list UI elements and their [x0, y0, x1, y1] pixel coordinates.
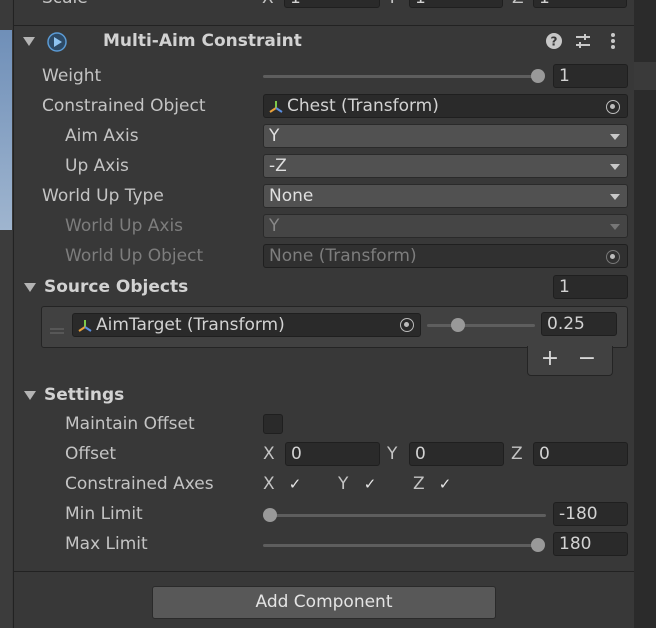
drag-handle-icon[interactable]	[50, 320, 64, 334]
axis-y-checkbox[interactable]: ✓	[360, 474, 380, 494]
world-up-type-dropdown[interactable]: None	[263, 184, 628, 208]
object-picker-icon	[606, 250, 620, 264]
component-title: Multi-Aim Constraint	[103, 31, 302, 51]
scale-z-field[interactable]: 1	[533, 0, 627, 8]
chevron-down-icon	[610, 194, 620, 200]
min-limit-label: Min Limit	[65, 504, 143, 524]
maintain-offset-checkbox[interactable]	[263, 414, 283, 434]
weight-label: Weight	[42, 66, 102, 86]
help-icon[interactable]: ?	[545, 32, 563, 50]
scale-x-field[interactable]: 1	[284, 0, 380, 8]
up-axis-label: Up Axis	[65, 156, 129, 176]
world-up-axis-value: Y	[269, 216, 280, 236]
source-objects-foldout-icon[interactable]	[24, 283, 36, 292]
scale-y-field[interactable]: 1	[409, 0, 503, 8]
offset-z-field[interactable]: 0	[533, 442, 628, 466]
scale-z-label: Z	[512, 0, 524, 8]
constrained-object-label: Constrained Object	[42, 96, 206, 116]
add-component-button[interactable]: Add Component	[152, 586, 496, 619]
kebab-menu-icon[interactable]	[604, 32, 622, 50]
offset-y-field[interactable]: 0	[409, 442, 504, 466]
scale-label: Scale	[42, 0, 88, 8]
source-weight-slider-track[interactable]	[427, 324, 535, 327]
scale-x-label: X	[262, 0, 274, 8]
object-picker-icon[interactable]	[400, 318, 414, 332]
constrained-object-value: Chest (Transform)	[287, 96, 439, 116]
source-object-value: AimTarget (Transform)	[96, 315, 285, 335]
aim-axis-dropdown[interactable]: Y	[263, 124, 628, 148]
min-limit-slider-track[interactable]	[263, 514, 546, 517]
axis-z-checkbox[interactable]: ✓	[435, 474, 455, 494]
source-objects-count-field[interactable]: 1	[553, 275, 628, 299]
constrained-axes-label: Constrained Axes	[65, 474, 214, 494]
world-up-object-label: World Up Object	[65, 246, 204, 266]
world-up-axis-dropdown: Y	[263, 214, 628, 238]
constrained-object-field[interactable]: Chest (Transform)	[263, 94, 628, 118]
max-limit-field[interactable]: 180	[553, 532, 628, 556]
axis-y-label: Y	[338, 474, 349, 494]
transform-icon	[77, 318, 93, 334]
axis-x-checkbox[interactable]: ✓	[285, 474, 305, 494]
footer-separator	[14, 571, 634, 572]
min-limit-slider-handle[interactable]	[263, 508, 277, 522]
aim-axis-label: Aim Axis	[65, 126, 139, 146]
axis-x-label: X	[263, 474, 275, 494]
offset-label: Offset	[65, 444, 117, 464]
source-object-field[interactable]: AimTarget (Transform)	[72, 313, 421, 337]
component-separator	[14, 25, 634, 26]
offset-x-field[interactable]: 0	[285, 442, 380, 466]
chevron-down-icon	[610, 164, 620, 170]
world-up-axis-label: World Up Axis	[65, 216, 184, 236]
settings-label: Settings	[44, 385, 125, 405]
offset-y-label: Y	[387, 444, 398, 464]
up-axis-value: -Z	[269, 156, 287, 176]
scene-view-edge	[0, 0, 12, 628]
remove-item-button[interactable]: −	[575, 346, 599, 372]
settings-foldout-icon[interactable]	[24, 391, 36, 400]
maintain-offset-label: Maintain Offset	[65, 414, 195, 434]
svg-text:?: ?	[551, 35, 558, 49]
weight-field[interactable]: 1	[553, 64, 628, 88]
scrollbar-thumb[interactable]	[634, 62, 656, 90]
max-limit-slider-track[interactable]	[263, 544, 538, 547]
aim-axis-value: Y	[269, 126, 280, 146]
scale-y-label: Y	[387, 0, 397, 8]
scrollbar[interactable]	[634, 0, 656, 628]
min-limit-field[interactable]: -180	[553, 502, 628, 526]
chevron-down-icon	[610, 134, 620, 140]
weight-slider-track[interactable]	[263, 75, 538, 78]
world-up-type-value: None	[269, 186, 314, 206]
component-foldout-icon[interactable]	[23, 37, 35, 46]
object-picker-icon[interactable]	[606, 100, 620, 114]
transform-icon	[268, 99, 284, 115]
max-limit-slider-handle[interactable]	[531, 538, 545, 552]
source-weight-slider-handle[interactable]	[451, 318, 465, 332]
panel-border	[13, 0, 14, 628]
chevron-down-icon	[610, 224, 620, 230]
axis-z-label: Z	[413, 474, 425, 494]
offset-z-label: Z	[511, 444, 523, 464]
weight-slider-handle[interactable]	[531, 69, 545, 83]
world-up-object-field: None (Transform)	[263, 244, 628, 268]
source-weight-field[interactable]: 0.25	[541, 312, 617, 336]
constraint-icon	[46, 31, 68, 53]
world-up-type-label: World Up Type	[42, 186, 164, 206]
offset-x-label: X	[263, 444, 275, 464]
up-axis-dropdown[interactable]: -Z	[263, 154, 628, 178]
max-limit-label: Max Limit	[65, 534, 148, 554]
presets-icon[interactable]	[574, 32, 592, 50]
add-item-button[interactable]: +	[538, 346, 562, 372]
source-objects-label: Source Objects	[44, 277, 189, 297]
